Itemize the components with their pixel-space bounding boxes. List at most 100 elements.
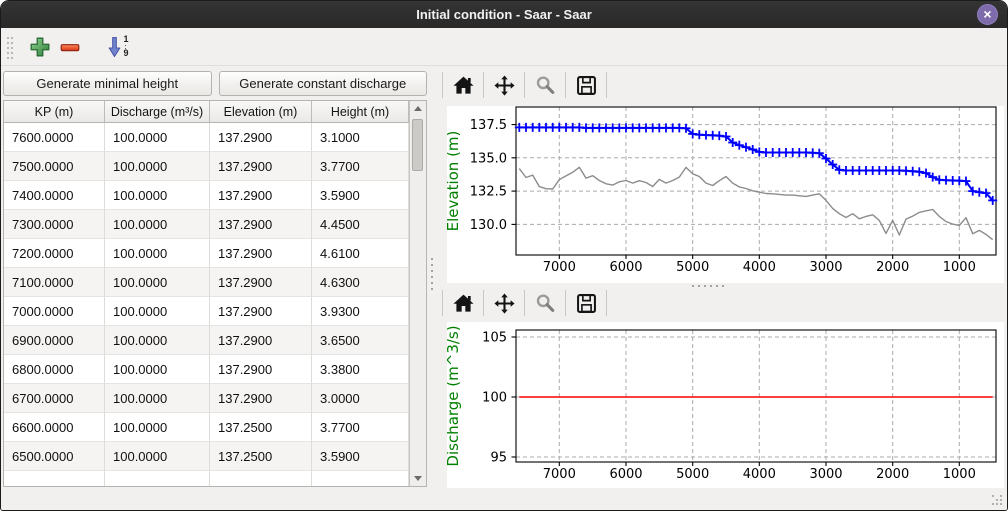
sort-rows-button[interactable]: 1 9 — [99, 32, 137, 62]
toolbar-drag-handle[interactable] — [7, 36, 13, 58]
generate-constant-discharge-button[interactable]: Generate constant discharge — [219, 71, 428, 96]
column-header[interactable]: Discharge (m³/s) — [105, 101, 210, 123]
table-cell[interactable]: 6700.0000 — [4, 384, 105, 413]
plot-zoom-button[interactable] — [530, 71, 560, 99]
y-tick-label: 100 — [482, 391, 507, 406]
plot-home-button[interactable] — [448, 71, 478, 99]
table-cell[interactable]: 137.2900 — [210, 268, 312, 297]
table-cell[interactable]: 4.4500 — [312, 210, 409, 239]
table-cell[interactable]: 100.0000 — [105, 326, 210, 355]
save-icon — [575, 292, 598, 315]
table-cell[interactable]: 7400.0000 — [4, 181, 105, 210]
table-cell[interactable]: 7500.0000 — [4, 152, 105, 181]
scrollbar-track[interactable] — [410, 116, 426, 471]
table-cell[interactable]: 100.0000 — [105, 152, 210, 181]
zoom-icon — [534, 74, 557, 97]
table-cell[interactable]: 100.0000 — [105, 297, 210, 326]
plot-pan-button[interactable] — [489, 71, 519, 99]
discharge-figure[interactable]: 700060005000400030002000100095100105Disc… — [447, 322, 1004, 488]
titlebar[interactable]: Initial condition - Saar - Saar × — [1, 1, 1007, 28]
table-cell[interactable]: 100.0000 — [105, 442, 210, 471]
generate-minimal-height-button[interactable]: Generate minimal height — [3, 71, 212, 96]
remove-row-button[interactable] — [55, 32, 85, 62]
x-tick-label: 7000 — [543, 467, 576, 482]
app-window: Initial condition - Saar - Saar × — [0, 0, 1008, 511]
plus-icon — [27, 34, 53, 60]
table-cell[interactable]: 137.2900 — [210, 355, 312, 384]
plot-home-button[interactable] — [448, 289, 478, 317]
table-cell[interactable]: 137.2900 — [210, 297, 312, 326]
table-cell[interactable]: 4.6300 — [312, 268, 409, 297]
app-toolbar: 1 9 — [1, 28, 1007, 66]
vertical-splitter[interactable] — [428, 66, 437, 489]
table-cell[interactable]: 137.2500 — [210, 442, 312, 471]
plot-save-button[interactable] — [571, 289, 601, 317]
column-header[interactable]: Height (m) — [312, 101, 409, 123]
table-cell[interactable]: 100.0000 — [105, 123, 210, 152]
table-cell[interactable]: 3.7700 — [312, 413, 409, 442]
table-cell[interactable] — [312, 471, 409, 487]
table-row: 6800.0000100.0000137.29003.3800 — [4, 355, 426, 384]
table-body: 7600.0000100.0000137.29003.10007500.0000… — [4, 123, 426, 487]
sort-dots — [125, 45, 126, 46]
table-cell[interactable]: 7000.0000 — [4, 297, 105, 326]
column-header[interactable]: KP (m) — [4, 101, 105, 123]
table-row: 7300.0000100.0000137.29004.4500 — [4, 210, 426, 239]
scroll-up-button[interactable] — [410, 101, 426, 116]
table-cell[interactable]: 3.5900 — [312, 442, 409, 471]
table-cell[interactable] — [210, 471, 312, 487]
table-cell[interactable] — [4, 471, 105, 487]
close-button[interactable]: × — [977, 4, 998, 25]
table-cell[interactable]: 3.5900 — [312, 181, 409, 210]
table-cell[interactable]: 7600.0000 — [4, 123, 105, 152]
table-cell[interactable]: 3.1000 — [312, 123, 409, 152]
generate-button-row: Generate minimal height Generate constan… — [3, 71, 427, 96]
table-scrollbar[interactable] — [409, 101, 426, 486]
plot-save-button[interactable] — [571, 71, 601, 99]
table-cell[interactable]: 3.0000 — [312, 384, 409, 413]
table-cell[interactable]: 6800.0000 — [4, 355, 105, 384]
table-cell[interactable]: 100.0000 — [105, 384, 210, 413]
table-cell[interactable]: 100.0000 — [105, 355, 210, 384]
resize-grip[interactable] — [992, 495, 1002, 505]
table-cell[interactable]: 100.0000 — [105, 413, 210, 442]
table-row: 7500.0000100.0000137.29003.7700 — [4, 152, 426, 181]
scroll-down-button[interactable] — [410, 471, 426, 486]
column-header[interactable]: Elevation (m) — [210, 101, 312, 123]
table-cell[interactable]: 6600.0000 — [4, 413, 105, 442]
table-cell[interactable]: 100.0000 — [105, 210, 210, 239]
table-cell[interactable]: 137.2900 — [210, 326, 312, 355]
table-cell[interactable]: 137.2900 — [210, 152, 312, 181]
elevation-figure[interactable]: 7000600050004000300020001000130.0132.513… — [447, 106, 1004, 283]
table-cell[interactable]: 137.2900 — [210, 181, 312, 210]
table-cell[interactable]: 7200.0000 — [4, 239, 105, 268]
home-icon — [452, 74, 475, 97]
table-cell[interactable]: 3.9300 — [312, 297, 409, 326]
table-cell[interactable]: 3.3800 — [312, 355, 409, 384]
table-cell[interactable]: 100.0000 — [105, 268, 210, 297]
table-cell[interactable]: 137.2900 — [210, 123, 312, 152]
table-cell[interactable]: 4.6100 — [312, 239, 409, 268]
table-cell[interactable]: 137.2900 — [210, 239, 312, 268]
table-cell[interactable]: 3.6500 — [312, 326, 409, 355]
table-cell[interactable]: 7300.0000 — [4, 210, 105, 239]
table-cell[interactable]: 6900.0000 — [4, 326, 105, 355]
table-cell[interactable]: 7100.0000 — [4, 268, 105, 297]
table-cell[interactable]: 137.2500 — [210, 413, 312, 442]
table-cell[interactable]: 137.2900 — [210, 210, 312, 239]
toolbar-separator — [442, 72, 443, 98]
plot-pan-button[interactable] — [489, 289, 519, 317]
table-cell[interactable]: 137.2900 — [210, 384, 312, 413]
table-cell[interactable] — [105, 471, 210, 487]
table-cell[interactable]: 3.7700 — [312, 152, 409, 181]
table-cell[interactable]: 100.0000 — [105, 181, 210, 210]
plot-zoom-button[interactable] — [530, 289, 560, 317]
sort-top-label: 1 — [123, 35, 128, 44]
discharge-chart[interactable]: 700060005000400030002000100095100105Disc… — [447, 322, 1004, 488]
table-cell[interactable]: 6500.0000 — [4, 442, 105, 471]
table-row: 6900.0000100.0000137.29003.6500 — [4, 326, 426, 355]
scrollbar-thumb[interactable] — [412, 119, 423, 171]
elevation-chart[interactable]: 7000600050004000300020001000130.0132.513… — [447, 106, 1004, 283]
table-cell[interactable]: 100.0000 — [105, 239, 210, 268]
add-row-button[interactable] — [25, 32, 55, 62]
